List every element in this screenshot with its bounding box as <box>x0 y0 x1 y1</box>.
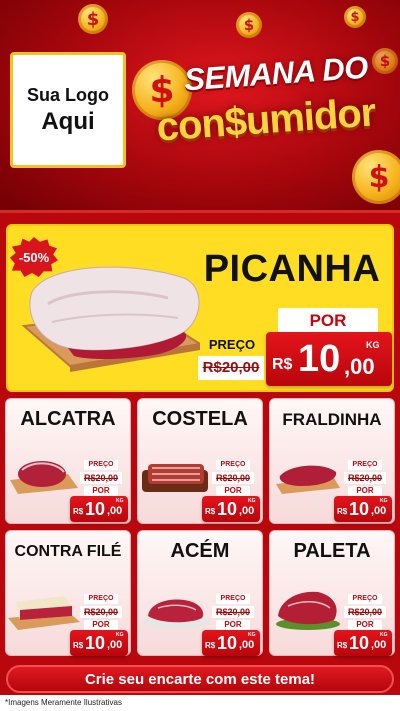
preco-label: PREÇO <box>216 460 250 470</box>
price-tag: R$ 10 ,00 KG <box>202 630 260 656</box>
flyer: $ $ $ $ $ $ Sua Logo Aqui SEMANA DO con$… <box>0 0 400 711</box>
currency: R$ <box>73 641 84 650</box>
price-dec: ,00 <box>107 505 123 517</box>
unit: KG <box>248 632 256 638</box>
fraldinha-image <box>276 465 340 494</box>
coin-icon: $ <box>78 4 108 34</box>
por-label: POR <box>348 486 382 496</box>
price-tag: R$ 10 ,00 KG <box>70 496 128 522</box>
price-dec: ,00 <box>107 639 123 651</box>
price-tag: R$ 10 ,00 KG <box>70 630 128 656</box>
product-name: FRALDINHA <box>282 410 382 429</box>
price-int: 10 <box>85 499 106 519</box>
price-tag: R$ 10 ,00 KG <box>334 630 392 656</box>
price-int: 10 <box>217 499 238 519</box>
preco-label: PREÇO <box>84 460 118 470</box>
featured-price-dec: ,00 <box>344 354 375 379</box>
coin-icon: $ <box>236 12 262 38</box>
featured-old-price: R$20,00 <box>198 356 264 380</box>
product-name: COSTELA <box>152 408 248 430</box>
old-price: R$20,00 <box>344 472 386 484</box>
price-tag: R$ 10 ,00 KG <box>202 496 260 522</box>
unit: KG <box>380 498 388 504</box>
unit: KG <box>116 632 124 638</box>
price-int: 10 <box>85 633 106 653</box>
featured-product-name: PICANHA <box>203 248 381 290</box>
featured-por-label: POR <box>278 308 378 334</box>
logo-line-2: Aqui <box>41 108 95 135</box>
preco-label: PREÇO <box>216 594 250 604</box>
featured-preco-label: PREÇO <box>200 336 264 354</box>
featured-price-tag: R$ 10 ,00 KG <box>266 332 392 386</box>
product-name: ALCATRA <box>20 408 116 430</box>
price-tag: R$ 10 ,00 KG <box>334 496 392 522</box>
unit: KG <box>116 498 124 504</box>
contra-file-image <box>8 596 80 630</box>
price-int: 10 <box>349 499 370 519</box>
featured-currency: R$ <box>272 356 293 373</box>
currency: R$ <box>337 507 348 516</box>
por-label: POR <box>84 620 118 630</box>
por-label: POR <box>216 486 250 496</box>
price-dec: ,00 <box>371 639 387 651</box>
coin-icon: $ <box>352 150 400 204</box>
costela-image <box>142 464 208 492</box>
price-dec: ,00 <box>239 639 255 651</box>
price-dec: ,00 <box>239 505 255 517</box>
por-label: POR <box>216 620 250 630</box>
old-price: R$20,00 <box>344 606 386 618</box>
price-dec: ,00 <box>371 505 387 517</box>
preco-label: PREÇO <box>84 594 118 604</box>
product-name: CONTRA FILÉ <box>14 543 122 560</box>
product-name: ACÉM <box>170 540 230 562</box>
old-price: R$20,00 <box>212 606 254 618</box>
preco-label: PREÇO <box>348 594 382 604</box>
currency: R$ <box>205 641 216 650</box>
footnote: *Imagens Meramente Ilustrativas <box>5 698 122 707</box>
cta-button[interactable]: Crie seu encarte com este tema! <box>6 665 394 693</box>
header-banner: $ $ $ $ $ $ Sua Logo Aqui SEMANA DO con$… <box>0 0 400 215</box>
logo-placeholder: Sua Logo Aqui <box>10 52 126 168</box>
currency: R$ <box>73 507 84 516</box>
product-name: PALETA <box>293 540 371 562</box>
price-int: 10 <box>217 633 238 653</box>
featured-unit: KG <box>366 340 380 350</box>
coin-icon: $ <box>344 6 366 28</box>
preco-label: PREÇO <box>348 460 382 470</box>
currency: R$ <box>337 641 348 650</box>
old-price: R$20,00 <box>80 606 122 618</box>
unit: KG <box>380 632 388 638</box>
unit: KG <box>248 498 256 504</box>
paleta-image <box>276 591 340 630</box>
currency: R$ <box>205 507 216 516</box>
alcatra-image <box>10 461 78 494</box>
featured-price-int: 10 <box>298 338 341 380</box>
old-price: R$20,00 <box>80 472 122 484</box>
por-label: POR <box>348 620 382 630</box>
old-price: R$20,00 <box>212 472 254 484</box>
acem-image <box>142 599 210 629</box>
por-label: POR <box>84 486 118 496</box>
price-int: 10 <box>349 633 370 653</box>
logo-line-1: Sua Logo <box>27 85 109 105</box>
